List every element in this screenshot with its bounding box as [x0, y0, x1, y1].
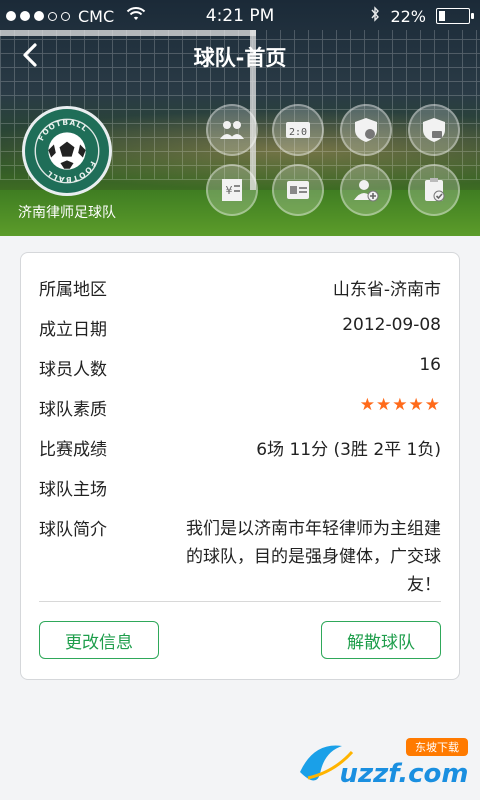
shield-stats-icon[interactable] — [408, 104, 460, 156]
finance-icon[interactable]: ¥ — [206, 164, 258, 216]
disband-team-button[interactable]: 解散球队 — [321, 621, 441, 659]
intro-label: 球队简介 — [39, 520, 107, 540]
team-name: 济南律师足球队 — [18, 205, 116, 221]
region-label: 所属地区 — [39, 280, 107, 300]
players-label: 球员人数 — [39, 360, 107, 380]
svg-text:2:0: 2:0 — [289, 127, 307, 138]
site-watermark-logo: 东坡下载 uzzf.com — [294, 732, 474, 794]
status-bar: CMC 4:21 PM 22% — [0, 0, 480, 32]
intro-value: 我们是以济南市年轻律师为主组建的球队，目的是强身健体，广交球友！ — [186, 519, 441, 595]
battery-fill — [439, 11, 445, 21]
quality-star-rating: ★★★★★ — [359, 395, 441, 415]
record-label: 比赛成绩 — [39, 440, 107, 460]
football-badge-icon: FOOTBALL FOOTBALL — [27, 111, 107, 191]
page-title: 球队-首页 — [193, 46, 287, 70]
team-logo[interactable]: FOOTBALL FOOTBALL — [22, 106, 112, 196]
edit-info-button[interactable]: 更改信息 — [39, 621, 159, 659]
players-value: 16 — [419, 355, 441, 375]
record-value: 6场 11分 (3胜 2平 1负) — [256, 440, 441, 460]
roster-card-icon[interactable] — [272, 164, 324, 216]
founded-value: 2012-09-08 — [342, 315, 441, 335]
quality-label: 球队素质 — [39, 400, 107, 420]
battery-percent: 22% — [390, 6, 426, 26]
svg-text:¥: ¥ — [226, 184, 233, 197]
watermark-cn: 东坡下载 — [415, 741, 459, 754]
add-player-icon[interactable] — [340, 164, 392, 216]
team-info-card: 所属地区 山东省-济南市 成立日期 2012-09-08 球员人数 16 球队素… — [20, 252, 460, 680]
bluetooth-icon — [370, 6, 380, 26]
shield-home-icon[interactable] — [340, 104, 392, 156]
scoreboard-icon[interactable]: 2:0 — [272, 104, 324, 156]
founded-label: 成立日期 — [39, 320, 107, 340]
battery-icon — [436, 8, 474, 24]
task-check-icon[interactable] — [408, 164, 460, 216]
region-value: 山东省-济南市 — [332, 280, 441, 300]
home-label: 球队主场 — [39, 480, 107, 500]
card-divider — [39, 601, 441, 602]
status-right: 22% — [370, 6, 474, 26]
watermark-en: uzzf.com — [340, 759, 469, 789]
members-icon[interactable] — [206, 104, 258, 156]
